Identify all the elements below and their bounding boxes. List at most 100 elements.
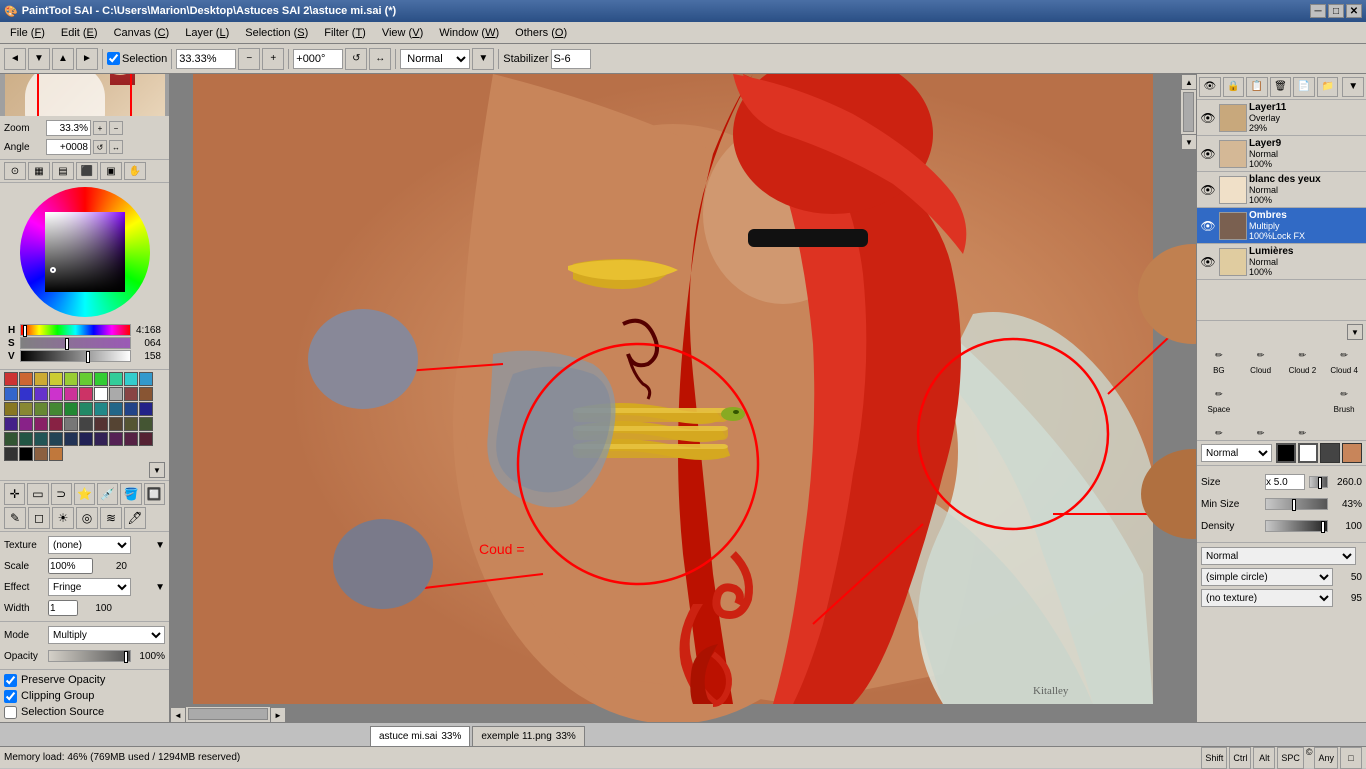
swatch-49[interactable] bbox=[139, 432, 153, 446]
swatch-23[interactable] bbox=[49, 402, 63, 416]
zoom-dec[interactable]: − bbox=[109, 121, 123, 135]
tool-select-rect[interactable]: ▭ bbox=[27, 483, 48, 505]
layer-eye-layer9[interactable]: 👁 bbox=[1199, 145, 1217, 163]
background-color[interactable] bbox=[1298, 443, 1318, 463]
toolbar-nav-left[interactable]: ◄ bbox=[4, 48, 26, 70]
zoom-minus[interactable]: − bbox=[238, 48, 260, 70]
layer-item-lumieres[interactable]: 👁 Lumières Normal 100% bbox=[1197, 244, 1366, 280]
brush-shape-select[interactable]: Normal bbox=[1201, 547, 1356, 565]
swatch-30[interactable] bbox=[4, 417, 18, 431]
canvas-hscroll[interactable]: ◄ ► bbox=[170, 706, 286, 722]
toolbar-nav-down[interactable]: ▼ bbox=[28, 48, 50, 70]
swatch-47[interactable] bbox=[109, 432, 123, 446]
hscroll-left[interactable]: ◄ bbox=[170, 707, 186, 722]
blend-mode-select[interactable]: Normal bbox=[400, 49, 470, 69]
swatch-17[interactable] bbox=[109, 387, 123, 401]
vscroll-up[interactable]: ▲ bbox=[1181, 74, 1196, 90]
selection-checkbox-group[interactable]: Selection bbox=[107, 52, 167, 65]
swatch-6[interactable] bbox=[94, 372, 108, 386]
any-key[interactable]: Any bbox=[1314, 747, 1338, 769]
swatch-35[interactable] bbox=[79, 417, 93, 431]
spc-key[interactable]: SPC bbox=[1277, 747, 1304, 769]
brush-blend-select[interactable]: Normal bbox=[1201, 444, 1272, 462]
layer-item-layer9[interactable]: 👁 Layer9 Normal 100% bbox=[1197, 136, 1366, 172]
swatch-39[interactable] bbox=[139, 417, 153, 431]
canvas-area[interactable]: Coud = Kitalley ▲ ▼ ◄ ► bbox=[170, 74, 1196, 722]
layer-item-blanc[interactable]: 👁 blanc des yeux Normal 100% bbox=[1197, 172, 1366, 208]
zoom-value[interactable] bbox=[46, 120, 91, 136]
swatch-22[interactable] bbox=[34, 402, 48, 416]
swatch-13[interactable] bbox=[49, 387, 63, 401]
menu-selection[interactable]: Selection (S) bbox=[237, 25, 316, 41]
hscroll-right[interactable]: ► bbox=[270, 707, 286, 722]
menu-layer[interactable]: Layer (L) bbox=[177, 25, 237, 41]
color-wheel-container[interactable] bbox=[4, 187, 165, 317]
layer-item-layer11[interactable]: 👁 Layer11 Overlay 29% bbox=[1197, 100, 1366, 136]
brush-space[interactable]: ✏ Space bbox=[1199, 380, 1239, 417]
swatch-43[interactable] bbox=[49, 432, 63, 446]
color-square[interactable] bbox=[45, 212, 125, 292]
brush-empty3[interactable] bbox=[1324, 419, 1364, 440]
brush-kurry[interactable]: ✏ Kurry bbox=[1199, 419, 1239, 440]
swatch-10[interactable] bbox=[4, 387, 18, 401]
layer-item-ombres[interactable]: 👁 Ombres Multiply 100%Lock FX bbox=[1197, 208, 1366, 244]
swatch-0[interactable] bbox=[4, 372, 18, 386]
swatch-15[interactable] bbox=[79, 387, 93, 401]
brush-cloud4[interactable]: ✏ Cloud 4 bbox=[1324, 341, 1364, 378]
swatch-9[interactable] bbox=[139, 372, 153, 386]
density-slider[interactable] bbox=[1265, 520, 1328, 532]
layer-paste-btn[interactable]: 📋 bbox=[1246, 77, 1268, 97]
swatch-scroll-down[interactable]: ▼ bbox=[149, 462, 165, 478]
title-bar-controls[interactable]: ─ □ ✕ bbox=[1310, 4, 1362, 18]
menu-filter[interactable]: Filter (T) bbox=[316, 25, 374, 41]
swatch-8[interactable] bbox=[124, 372, 138, 386]
effect-select[interactable]: Fringe bbox=[48, 578, 131, 596]
thumbnail-area[interactable] bbox=[0, 74, 169, 116]
swatch-28[interactable] bbox=[124, 402, 138, 416]
swatch-40[interactable] bbox=[4, 432, 18, 446]
swatch-19[interactable] bbox=[139, 387, 153, 401]
clipping-group-checkbox[interactable] bbox=[4, 690, 17, 703]
zoom-plus[interactable]: + bbox=[262, 48, 284, 70]
tool-lasso[interactable]: ⊃ bbox=[51, 483, 72, 505]
preserve-opacity-checkbox[interactable] bbox=[4, 674, 17, 687]
brush-bg[interactable]: ✏ BG bbox=[1199, 341, 1239, 378]
vscroll-track[interactable] bbox=[1181, 90, 1196, 134]
swatch-14[interactable] bbox=[64, 387, 78, 401]
angle-reset[interactable]: ↺ bbox=[93, 140, 107, 154]
swatch-3[interactable] bbox=[49, 372, 63, 386]
selection-checkbox[interactable] bbox=[107, 52, 120, 65]
v-slider[interactable] bbox=[20, 350, 131, 362]
scale-input[interactable] bbox=[48, 558, 93, 574]
color-mode-wheel[interactable]: ⊙ bbox=[4, 162, 26, 180]
tab-astuce[interactable]: astuce mi.sai 33% bbox=[370, 726, 470, 746]
brush-cloud[interactable]: ✏ Cloud bbox=[1241, 341, 1281, 378]
swatch-25[interactable] bbox=[79, 402, 93, 416]
vscroll-thumb[interactable] bbox=[1183, 92, 1194, 132]
layer-visibility-btn[interactable]: 👁 bbox=[1199, 77, 1221, 97]
brush-presets-scroll-btn[interactable]: ▼ bbox=[1347, 324, 1363, 340]
swatch-1[interactable] bbox=[19, 372, 33, 386]
color-mode-hsv[interactable]: ▣ bbox=[100, 162, 122, 180]
zoom-inc[interactable]: + bbox=[93, 121, 107, 135]
opacity-slider[interactable] bbox=[48, 650, 131, 662]
swatch-21[interactable] bbox=[19, 402, 33, 416]
swatch-5[interactable] bbox=[79, 372, 93, 386]
canvas-vscroll[interactable]: ▲ ▼ bbox=[1180, 74, 1196, 150]
swatch-37[interactable] bbox=[109, 417, 123, 431]
layer-eye-lumieres[interactable]: 👁 bbox=[1199, 253, 1217, 271]
layer-new-btn[interactable]: 📄 bbox=[1293, 77, 1315, 97]
rotation-flip[interactable]: ↔ bbox=[369, 48, 391, 70]
ctrl-key[interactable]: Ctrl bbox=[1229, 747, 1251, 769]
tool-bucket[interactable]: 🪣 bbox=[120, 483, 141, 505]
swatch-53[interactable] bbox=[49, 447, 63, 461]
tool-eraser[interactable]: ◻ bbox=[28, 507, 50, 529]
swatch-38[interactable] bbox=[124, 417, 138, 431]
menu-canvas[interactable]: Canvas (C) bbox=[106, 25, 178, 41]
swatch-12[interactable] bbox=[34, 387, 48, 401]
size-slider[interactable] bbox=[1309, 476, 1328, 488]
tool-move[interactable]: ✛ bbox=[4, 483, 25, 505]
maximize-button[interactable]: □ bbox=[1328, 4, 1344, 18]
layer-eye-layer11[interactable]: 👁 bbox=[1199, 109, 1217, 127]
tool-pen[interactable]: 🖊 bbox=[124, 507, 146, 529]
